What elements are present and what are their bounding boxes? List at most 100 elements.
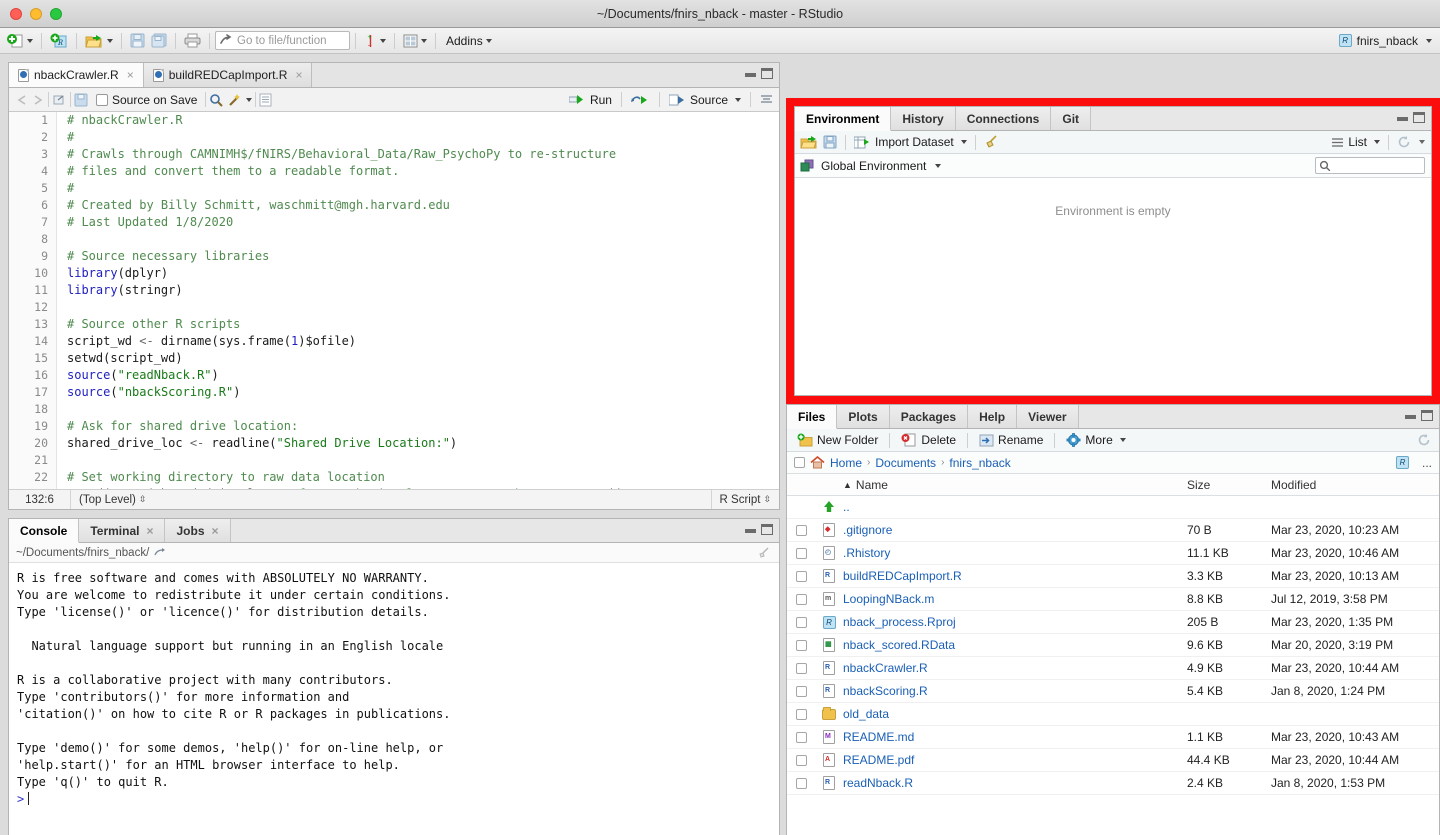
minimize-pane-icon[interactable]	[1397, 114, 1408, 122]
file-name-link[interactable]: README.md	[843, 730, 1187, 744]
save-all-button[interactable]	[148, 30, 170, 52]
new-folder-button[interactable]: New Folder	[792, 433, 883, 447]
table-row[interactable]: Rnback_process.Rproj 205 B Mar 23, 2020, 1…	[787, 611, 1439, 634]
code-text[interactable]: setwd(script_wd)	[57, 350, 183, 367]
tab-console[interactable]: Console	[9, 519, 80, 543]
code-text[interactable]: # Created by Billy Schmitt, waschmitt@mg…	[57, 197, 450, 214]
checkbox-icon[interactable]	[795, 777, 807, 789]
minimize-pane-icon[interactable]	[1405, 412, 1416, 420]
chevron-down-icon[interactable]	[1419, 140, 1425, 144]
checkbox-icon[interactable]	[795, 708, 807, 720]
chevron-down-icon[interactable]	[107, 38, 113, 43]
rproject-folder-icon[interactable]: R	[1396, 456, 1409, 469]
clear-objects-broom-icon[interactable]	[984, 135, 999, 149]
tab-connections[interactable]: Connections	[955, 107, 1052, 130]
checkbox-icon[interactable]	[795, 570, 807, 582]
save-workspace-icon[interactable]	[823, 135, 837, 149]
chevron-down-icon[interactable]	[735, 97, 741, 102]
row-checkbox-cell[interactable]	[787, 708, 815, 720]
checkbox-icon[interactable]	[795, 524, 807, 536]
code-text[interactable]: source("readNback.R")	[57, 367, 219, 384]
table-row[interactable]: m LoopingNBack.m 8.8 KB Jul 12, 2019, 3:58 …	[787, 588, 1439, 611]
checkbox-icon[interactable]	[96, 93, 108, 106]
addins-button[interactable]: Addins	[441, 30, 495, 52]
code-text[interactable]	[57, 452, 67, 469]
maximize-pane-icon[interactable]	[1421, 410, 1433, 421]
row-checkbox-cell[interactable]	[787, 662, 815, 674]
maximize-pane-icon[interactable]	[761, 68, 773, 79]
code-text[interactable]	[57, 401, 67, 418]
show-in-new-window-icon[interactable]	[52, 93, 67, 107]
header-modified-col[interactable]: Modified	[1271, 478, 1439, 492]
file-name-link[interactable]: nback_process.Rproj	[843, 615, 1187, 629]
checkbox-icon[interactable]	[795, 616, 807, 628]
chevron-down-icon[interactable]	[380, 38, 386, 43]
code-text[interactable]: library(dplyr)	[57, 265, 168, 282]
save-button[interactable]	[127, 30, 148, 52]
row-checkbox-cell[interactable]	[787, 547, 815, 559]
align-lines-icon[interactable]	[760, 94, 773, 106]
maximize-pane-icon[interactable]	[761, 524, 773, 535]
workspace-panes-button[interactable]	[400, 30, 430, 52]
minimize-window-button[interactable]	[30, 7, 42, 20]
view-in-files-icon[interactable]	[154, 547, 167, 558]
close-window-button[interactable]	[10, 7, 22, 20]
rerun-icon[interactable]	[630, 94, 650, 106]
file-name-link[interactable]: readNback.R	[843, 776, 1187, 790]
table-row[interactable]: RreadNback.R 2.4 KB Jan 8, 2020, 1:53 PM	[787, 772, 1439, 795]
code-text[interactable]: source("nbackScoring.R")	[57, 384, 240, 401]
code-text[interactable]: #	[57, 129, 74, 146]
chevron-down-icon[interactable]	[246, 97, 253, 102]
file-name-link[interactable]: nback_scored.RData	[843, 638, 1187, 652]
goto-file-function-input[interactable]: Go to file/function	[215, 31, 350, 50]
file-name-link[interactable]: .gitignore	[843, 523, 1187, 537]
source-button[interactable]: Source	[668, 93, 741, 107]
close-tab-icon[interactable]: ×	[295, 68, 302, 82]
clear-console-icon[interactable]	[757, 546, 771, 560]
file-name-link[interactable]: old_data	[843, 707, 1187, 721]
checkbox-icon[interactable]	[795, 593, 807, 605]
file-name-link[interactable]: nbackScoring.R	[843, 684, 1187, 698]
source-tab-nbackcrawler[interactable]: nbackCrawler.R ×	[9, 63, 144, 87]
code-text[interactable]: # Source necessary libraries	[57, 248, 269, 265]
row-checkbox-cell[interactable]	[787, 616, 815, 628]
view-mode-button[interactable]: List	[1331, 135, 1380, 149]
code-text[interactable]: # Source other R scripts	[57, 316, 240, 333]
checkbox-icon[interactable]	[795, 547, 807, 559]
open-file-button[interactable]	[82, 30, 116, 52]
file-name-link[interactable]: buildREDCapImport.R	[843, 569, 1187, 583]
tab-git[interactable]: Git	[1051, 107, 1092, 130]
table-row[interactable]: M README.md 1.1 KB Mar 23, 2020, 10:43 AM	[787, 726, 1439, 749]
code-text[interactable]: # nbackCrawler.R	[57, 112, 183, 129]
print-button[interactable]	[181, 30, 204, 52]
row-checkbox-cell[interactable]	[787, 639, 815, 651]
console-output[interactable]: R is free software and comes with ABSOLU…	[9, 564, 779, 835]
row-checkbox-cell[interactable]	[787, 731, 815, 743]
tab-plots[interactable]: Plots	[837, 405, 890, 428]
refresh-files-icon[interactable]	[1417, 433, 1431, 447]
header-name-col[interactable]: ▲ Name	[843, 478, 1187, 492]
table-row[interactable]: ..	[787, 496, 1439, 519]
home-icon[interactable]	[810, 456, 825, 469]
rename-button[interactable]: Rename	[974, 433, 1048, 447]
new-file-button[interactable]	[4, 30, 36, 52]
code-text[interactable]: # Set working directory to raw data loca…	[57, 469, 385, 486]
code-text[interactable]: # files and convert them to a readable f…	[57, 163, 399, 180]
tab-jobs[interactable]: Jobs ×	[165, 519, 231, 542]
load-workspace-icon[interactable]	[800, 135, 818, 150]
checkbox-icon[interactable]	[795, 685, 807, 697]
save-file-icon[interactable]	[74, 93, 88, 107]
tab-files[interactable]: Files	[787, 405, 838, 429]
source-on-save-checkbox[interactable]: Source on Save	[96, 93, 197, 107]
minimize-pane-icon[interactable]	[745, 70, 756, 78]
tab-packages[interactable]: Packages	[889, 405, 969, 428]
code-tools-wand-icon[interactable]	[228, 93, 243, 107]
code-text[interactable]: shared_drive_loc <- readline("Shared Dri…	[57, 435, 457, 452]
table-row[interactable]: old_data	[787, 703, 1439, 726]
project-indicator[interactable]: R fnirs_nback	[1338, 34, 1432, 48]
environment-search-input[interactable]	[1315, 157, 1425, 174]
minimize-pane-icon[interactable]	[745, 526, 756, 534]
chevron-down-icon[interactable]	[421, 38, 427, 43]
row-checkbox-cell[interactable]	[787, 524, 815, 536]
checkbox-icon[interactable]	[795, 731, 807, 743]
